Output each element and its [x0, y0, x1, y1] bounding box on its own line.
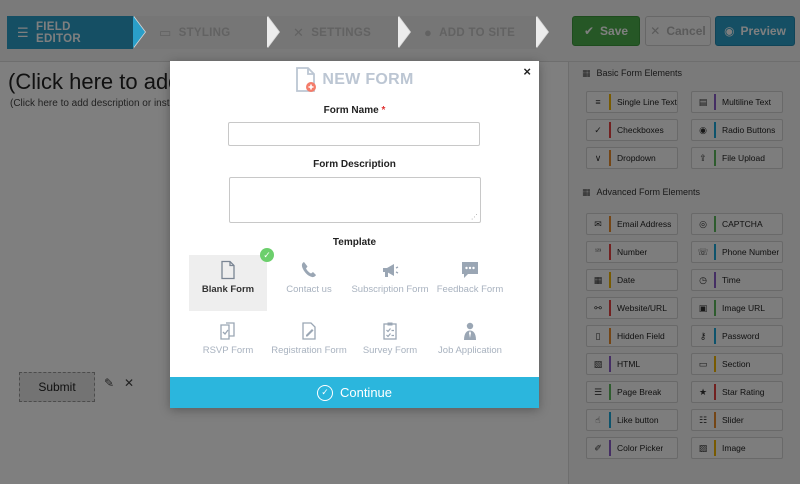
megaphone-icon [383, 264, 399, 277]
template-subscription-form[interactable]: Subscription Form [351, 255, 429, 311]
form-description-input[interactable]: ⋰ [229, 177, 481, 223]
new-form-icon [296, 67, 317, 92]
feedback-icon [462, 262, 478, 278]
rsvp-icon [220, 322, 235, 340]
template-rsvp-form[interactable]: RSVP Form [189, 316, 267, 372]
template-contact-us[interactable]: Contact us [270, 255, 348, 311]
template-label-text: Subscription Form [351, 284, 429, 295]
job-icon [464, 322, 476, 340]
template-label-text: Feedback Form [436, 284, 504, 295]
registration-icon [302, 322, 316, 340]
template-survey-form[interactable]: Survey Form [351, 316, 429, 372]
template-label-text: Job Application [438, 345, 502, 356]
modal-title-text: NEW FORM [322, 71, 414, 88]
phone-icon [301, 262, 316, 278]
new-form-modal: × NEW FORM Form Name * Form Description … [170, 61, 539, 408]
blank-form-icon [221, 260, 235, 280]
form-name-label: Form Name * [170, 105, 539, 116]
template-label-text: RSVP Form [202, 345, 254, 356]
modal-title: NEW FORM [170, 66, 539, 94]
template-label: Template [332, 237, 377, 248]
template-label-text: Contact us [286, 284, 332, 295]
template-feedback-form[interactable]: Feedback Form [431, 255, 509, 311]
continue-label: Continue [339, 385, 393, 400]
resize-grip-icon[interactable]: ⋰ [471, 213, 478, 221]
template-label-text: Registration Form [271, 345, 347, 356]
template-blank-form[interactable]: Blank Form ✓ [189, 248, 274, 311]
form-name-label-text: Form Name [323, 105, 379, 116]
template-job-application[interactable]: Job Application [431, 316, 509, 372]
template-label-text: Blank Form [201, 284, 255, 295]
template-registration-form[interactable]: Registration Form [270, 316, 348, 372]
continue-button[interactable]: ✓ Continue [170, 377, 539, 408]
survey-icon [383, 322, 397, 340]
template-label-text: Survey Form [362, 345, 418, 356]
required-mark: * [381, 105, 386, 116]
form-description-label: Form Description [313, 159, 396, 170]
check-circle-icon: ✓ [316, 384, 333, 401]
form-name-input[interactable] [228, 122, 480, 146]
